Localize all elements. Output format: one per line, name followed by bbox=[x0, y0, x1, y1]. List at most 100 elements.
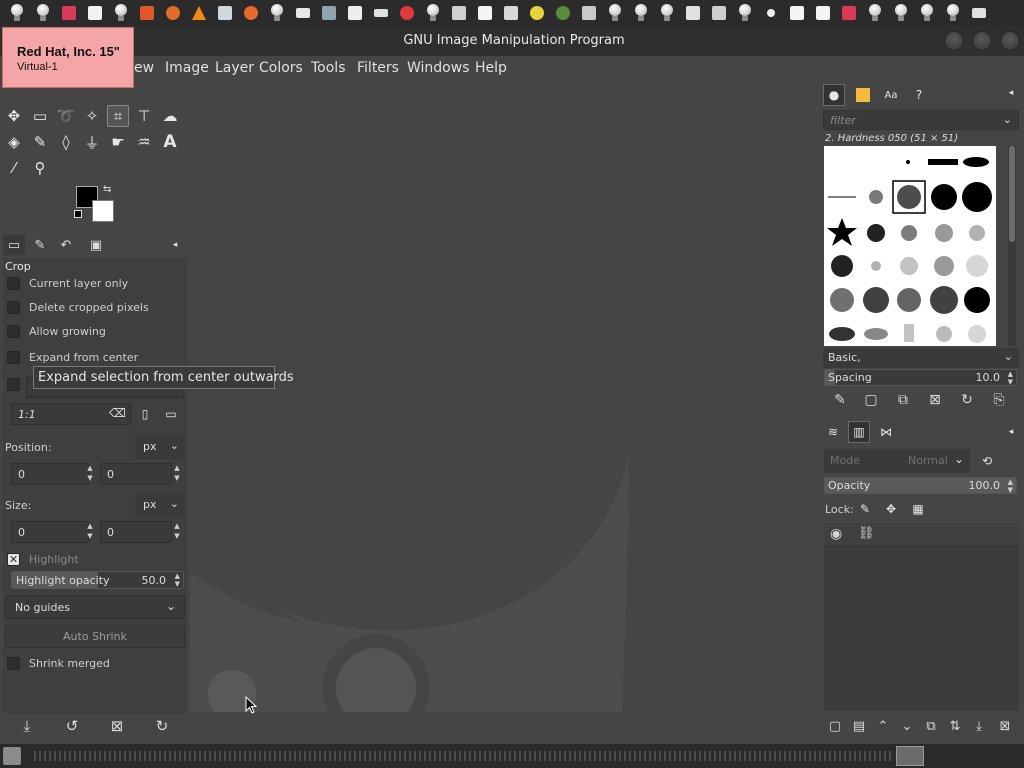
reset-colors-icon[interactable] bbox=[74, 210, 82, 218]
search-icon[interactable] bbox=[526, 2, 548, 24]
paintbrush-tool-icon[interactable]: ✎ bbox=[29, 131, 51, 153]
menu-layer[interactable]: Layer bbox=[215, 60, 254, 76]
screen-icon[interactable] bbox=[968, 2, 990, 24]
patterns-tab-icon[interactable] bbox=[852, 84, 874, 106]
layers-tab-icon[interactable]: ≋ bbox=[822, 421, 844, 443]
new-layer-group-icon[interactable]: ▤ bbox=[848, 716, 870, 736]
ratio-input[interactable]: 1:1 ⌫ bbox=[11, 403, 131, 425]
delete-brush-icon[interactable]: ⊠ bbox=[924, 390, 946, 410]
app-launcher-icon[interactable] bbox=[890, 2, 912, 24]
shrink-merged-checkbox[interactable] bbox=[7, 656, 20, 670]
brushes-tab-icon[interactable]: ● bbox=[823, 84, 845, 106]
chain-link-icon[interactable]: ⛓ bbox=[858, 526, 875, 541]
current-layer-only-option[interactable]: Current layer only bbox=[7, 275, 128, 291]
pdf-icon[interactable] bbox=[474, 2, 496, 24]
expand-center-option[interactable]: Expand from center bbox=[7, 349, 138, 365]
minimize-button[interactable] bbox=[944, 31, 964, 51]
position-unit-dropdown[interactable]: px ⌄ bbox=[135, 435, 185, 459]
app-launcher-icon[interactable] bbox=[32, 2, 54, 24]
app-launcher-icon[interactable] bbox=[604, 2, 626, 24]
menu-windows[interactable]: Windows bbox=[407, 60, 470, 76]
lower-layer-icon[interactable]: ⌄ bbox=[896, 716, 918, 736]
brush-filter-input[interactable]: filter ⌄ bbox=[823, 110, 1019, 130]
save-options-icon[interactable]: ⤓ bbox=[17, 716, 37, 736]
firefox-icon[interactable] bbox=[240, 2, 262, 24]
lock-alpha-icon[interactable]: ▦ bbox=[907, 498, 929, 520]
image-viewer-icon[interactable] bbox=[214, 2, 236, 24]
text-tool-icon[interactable]: A bbox=[159, 131, 181, 153]
help-tab-icon[interactable]: ? bbox=[908, 84, 930, 106]
current-layer-only-checkbox[interactable] bbox=[7, 276, 20, 290]
menu-colors[interactable]: Colors bbox=[259, 60, 303, 76]
menu-help[interactable]: Help bbox=[475, 60, 507, 76]
lock-position-icon[interactable]: ✥ bbox=[880, 498, 902, 520]
brush-scrollbar-thumb[interactable] bbox=[1009, 146, 1015, 242]
size-h-input[interactable]: 0 bbox=[100, 521, 172, 543]
portrait-icon[interactable]: ▯ bbox=[135, 404, 155, 424]
app-launcher-icon[interactable] bbox=[422, 2, 444, 24]
app-launcher-icon[interactable] bbox=[734, 2, 756, 24]
position-x-input[interactable]: 0 bbox=[11, 463, 89, 485]
layer-opacity-slider[interactable]: Opacity 100.0 ▲ ▼ bbox=[824, 477, 1017, 494]
calc-icon[interactable] bbox=[812, 2, 834, 24]
configure-tab-icon[interactable]: ◂ bbox=[168, 235, 182, 255]
layers-list[interactable]: ◉ ⛓ bbox=[824, 523, 1019, 711]
paths-tool-icon[interactable]: ♒ bbox=[133, 131, 155, 153]
images-tab-icon[interactable]: ▣ bbox=[85, 235, 107, 255]
fonts-tab-icon[interactable]: Aa bbox=[880, 84, 902, 106]
undo-history-tab-icon[interactable]: ↶ bbox=[55, 235, 77, 255]
close-button[interactable] bbox=[1000, 31, 1020, 51]
lock-pixels-icon[interactable]: ✎ bbox=[854, 498, 876, 520]
bucket-fill-tool-icon[interactable]: ◈ bbox=[3, 131, 25, 153]
size-w-spinner[interactable]: ▲ ▼ bbox=[83, 521, 97, 543]
app-launcher-icon[interactable] bbox=[942, 2, 964, 24]
app-launcher-icon[interactable] bbox=[656, 2, 678, 24]
position-y-spinner[interactable]: ▲ ▼ bbox=[170, 463, 184, 485]
writer-icon[interactable] bbox=[786, 2, 808, 24]
merge-layer-icon[interactable]: ⤓ bbox=[968, 716, 990, 736]
window-list[interactable] bbox=[34, 751, 894, 761]
smudge-tool-icon[interactable]: ☛ bbox=[107, 131, 129, 153]
raise-layer-icon[interactable]: ⌃ bbox=[872, 716, 894, 736]
zoom-tool-icon[interactable]: ⚲ bbox=[29, 157, 51, 179]
highlight-opacity-slider[interactable]: Highlight opacity 50.0 ▲ ▼ bbox=[11, 571, 184, 589]
fuzzy-select-tool-icon[interactable]: ✧ bbox=[81, 105, 103, 127]
allow-growing-option[interactable]: Allow growing bbox=[7, 323, 106, 339]
highlight-checkbox[interactable]: ✕ bbox=[7, 552, 20, 566]
transform-tool-icon[interactable]: ⊤ bbox=[133, 105, 155, 127]
size-h-spinner[interactable]: ▲ ▼ bbox=[170, 521, 184, 543]
show-desktop-icon[interactable] bbox=[3, 747, 21, 765]
app-launcher-icon[interactable] bbox=[630, 2, 652, 24]
menu-filters[interactable]: Filters bbox=[357, 60, 399, 76]
expand-center-checkbox[interactable] bbox=[7, 350, 20, 364]
app-launcher-icon[interactable] bbox=[110, 2, 132, 24]
position-y-input[interactable]: 0 bbox=[100, 463, 172, 485]
layer-mode-dropdown[interactable]: Mode Normal ⌄ bbox=[824, 449, 970, 473]
spacing-spinner[interactable]: ▲ ▼ bbox=[1008, 370, 1013, 386]
tool-options-tab-icon[interactable]: ▭ bbox=[3, 235, 25, 255]
menu-tools[interactable]: Tools bbox=[311, 60, 346, 76]
configure-tab-icon[interactable]: ◂ bbox=[1004, 421, 1018, 443]
crop-tool-icon[interactable]: ⌗ bbox=[107, 105, 129, 127]
reset-options-icon[interactable]: ↻ bbox=[152, 716, 172, 736]
dot-icon[interactable] bbox=[760, 2, 782, 24]
edit-brush-icon[interactable]: ✎ bbox=[829, 390, 851, 410]
app-red-icon[interactable] bbox=[58, 2, 80, 24]
menu-view[interactable]: ew bbox=[134, 60, 154, 76]
refresh-brushes-icon[interactable]: ↻ bbox=[956, 390, 978, 410]
size-w-input[interactable]: 0 bbox=[11, 521, 89, 543]
file-manager-icon[interactable] bbox=[318, 2, 340, 24]
text-editor-icon[interactable] bbox=[344, 2, 366, 24]
delete-cropped-option[interactable]: Delete cropped pixels bbox=[7, 299, 149, 315]
app-launcher-icon[interactable] bbox=[916, 2, 938, 24]
brush-grid[interactable] bbox=[824, 146, 996, 346]
duplicate-brush-icon[interactable]: ⧉ bbox=[892, 390, 914, 410]
channels-tab-icon[interactable]: ▥ bbox=[848, 421, 870, 443]
lasso-tool-icon[interactable]: ➰ bbox=[55, 105, 77, 127]
anchor-layer-icon[interactable]: ⇅ bbox=[944, 716, 966, 736]
position-x-spinner[interactable]: ▲ ▼ bbox=[83, 463, 97, 485]
delete-options-icon[interactable]: ⊠ bbox=[107, 716, 127, 736]
brush-tag-dropdown[interactable]: Basic, ⌄ bbox=[823, 348, 1019, 368]
app-launcher-icon[interactable] bbox=[6, 2, 28, 24]
delete-cropped-checkbox[interactable] bbox=[7, 300, 20, 314]
